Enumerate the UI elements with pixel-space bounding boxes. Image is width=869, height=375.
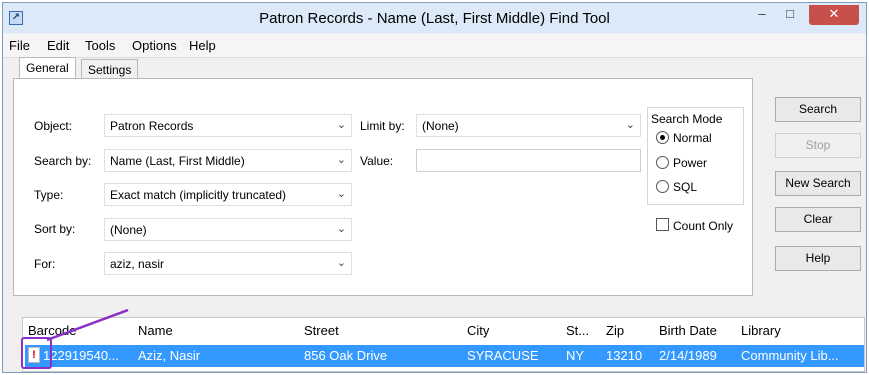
chevron-down-icon: ⌄ [336, 257, 346, 269]
for-label: For: [34, 257, 56, 271]
count-only-checkbox[interactable] [656, 218, 669, 231]
sql-radio[interactable] [656, 180, 669, 193]
type-select[interactable]: Exact match (implicitly truncated) ⌄ [104, 183, 352, 206]
cell-library: Community Lib... [741, 348, 839, 363]
sort-by-select-value: (None) [110, 223, 147, 237]
object-select[interactable]: Patron Records ⌄ [104, 114, 352, 137]
chevron-down-icon: ⌄ [625, 119, 635, 131]
type-label: Type: [34, 188, 64, 202]
help-button[interactable]: Help [775, 246, 861, 271]
menu-edit[interactable]: Edit [47, 38, 69, 53]
search-by-select-value: Name (Last, First Middle) [110, 154, 245, 168]
limit-by-label: Limit by: [360, 119, 405, 133]
menu-file[interactable]: File [9, 38, 30, 53]
value-label: Value: [360, 154, 394, 168]
object-select-value: Patron Records [110, 119, 194, 133]
chevron-down-icon: ⌄ [336, 223, 346, 235]
sql-radio-label: SQL [673, 180, 698, 194]
clear-button[interactable]: Clear [775, 207, 861, 232]
value-input[interactable] [416, 149, 641, 172]
search-by-label: Search by: [34, 154, 92, 168]
power-radio[interactable] [656, 156, 669, 169]
search-mode-title: Search Mode [651, 112, 723, 126]
results-list[interactable]: Barcode Name Street City St... Zip Birth… [22, 317, 865, 372]
column-header-name[interactable]: Name [138, 323, 173, 338]
new-search-button[interactable]: New Search [775, 171, 861, 196]
menu-bar: File Edit Tools Options Help [3, 34, 866, 58]
title-bar: ↗ Patron Records - Name (Last, First Mid… [3, 3, 866, 33]
object-label: Object: [34, 119, 73, 133]
tab-settings[interactable]: Settings [81, 59, 139, 80]
normal-radio[interactable] [656, 131, 669, 144]
cell-name: Aziz, Nasir [138, 348, 201, 363]
stop-button[interactable]: Stop [775, 133, 861, 158]
cell-street: 856 Oak Drive [304, 348, 388, 363]
chevron-down-icon: ⌄ [336, 119, 346, 131]
cell-city: SYRACUSE [467, 348, 539, 363]
search-by-select[interactable]: Name (Last, First Middle) ⌄ [104, 149, 352, 172]
window-title: Patron Records - Name (Last, First Middl… [259, 10, 610, 27]
limit-by-select-value: (None) [422, 119, 459, 133]
minimize-button[interactable]: – [749, 5, 775, 25]
column-header-library[interactable]: Library [741, 323, 781, 338]
column-header-state[interactable]: St... [566, 323, 589, 338]
sort-by-select[interactable]: (None) ⌄ [104, 218, 352, 241]
search-button[interactable]: Search [775, 97, 861, 122]
for-input-value: aziz, nasir [110, 257, 165, 271]
power-radio-label: Power [673, 156, 708, 170]
column-header-birth-date[interactable]: Birth Date [659, 323, 717, 338]
count-only-label: Count Only [673, 219, 734, 233]
maximize-button[interactable]: □ [777, 5, 803, 25]
cell-birth-date: 2/14/1989 [659, 348, 717, 363]
menu-help[interactable]: Help [189, 38, 216, 53]
column-header-barcode[interactable]: Barcode [28, 323, 76, 338]
sort-by-label: Sort by: [34, 222, 76, 236]
normal-radio-label: Normal [673, 131, 712, 145]
chevron-down-icon: ⌄ [336, 154, 346, 166]
column-header-street[interactable]: Street [304, 323, 339, 338]
find-tool-window: ↗ Patron Records - Name (Last, First Mid… [2, 2, 867, 373]
for-input[interactable]: aziz, nasir ⌄ [104, 252, 352, 275]
column-header-zip[interactable]: Zip [606, 323, 624, 338]
menu-options[interactable]: Options [132, 38, 177, 53]
tab-general[interactable]: General [19, 57, 76, 80]
chevron-down-icon: ⌄ [336, 188, 346, 200]
close-button[interactable]: ✕ [809, 5, 859, 25]
column-header-city[interactable]: City [467, 323, 489, 338]
cell-zip: 13210 [606, 348, 643, 363]
cell-barcode: 122919540... [43, 348, 119, 363]
annotation-highlight-box [21, 337, 52, 369]
table-row[interactable]: ! 122919540... Aziz, Nasir 856 Oak Drive… [25, 345, 864, 367]
type-select-value: Exact match (implicitly truncated) [110, 188, 287, 202]
limit-by-select[interactable]: (None) ⌄ [416, 114, 641, 137]
cell-state: NY [566, 348, 585, 363]
menu-tools[interactable]: Tools [85, 38, 115, 53]
